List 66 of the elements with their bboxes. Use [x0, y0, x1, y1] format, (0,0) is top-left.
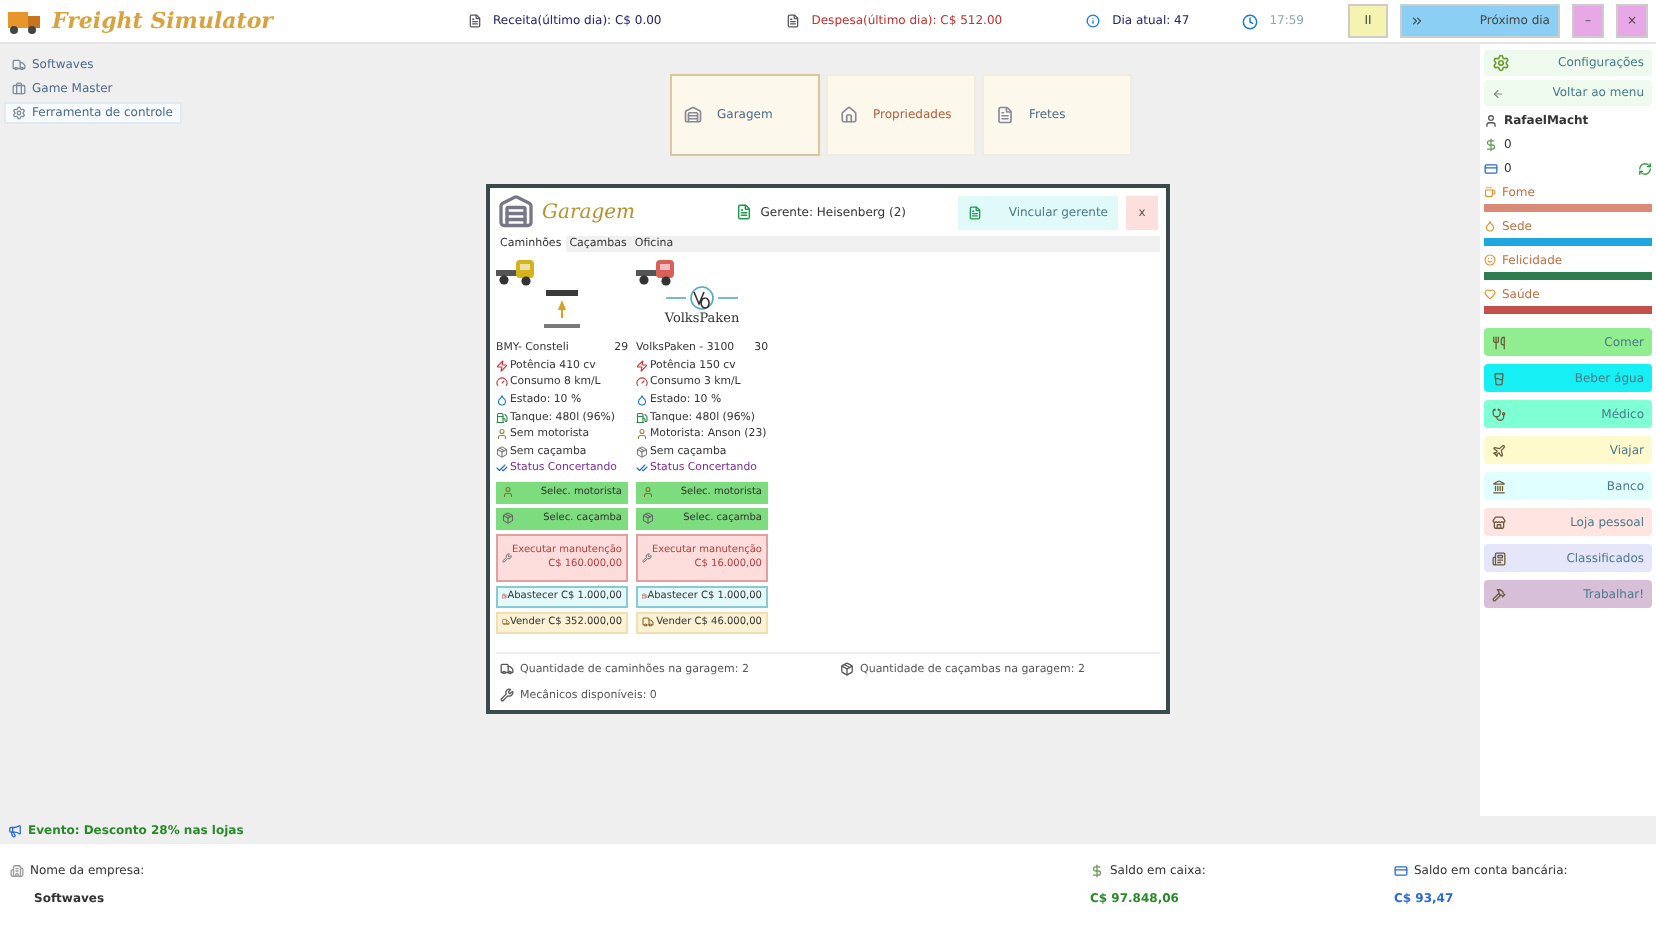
dialog-title: Garagem	[542, 201, 635, 223]
truck-icon	[12, 58, 26, 72]
card-icon	[1394, 863, 1408, 877]
user-icon	[1484, 113, 1498, 127]
doctor-icon	[1492, 407, 1506, 421]
driver-icon	[636, 428, 648, 441]
fuel-icon	[496, 411, 508, 424]
dollar-icon	[1484, 137, 1498, 151]
trailer-icon	[840, 662, 854, 676]
driver-icon	[642, 486, 654, 499]
forward-icon	[1410, 14, 1424, 28]
document-icon	[467, 14, 482, 28]
trailer-icon	[636, 445, 648, 458]
trailer-icon	[496, 445, 508, 458]
gauge-icon	[636, 376, 648, 389]
brand-emblem-icon	[666, 286, 738, 310]
wrench-icon	[502, 551, 513, 564]
drink-icon	[1492, 371, 1506, 385]
fuel-icon	[502, 590, 508, 603]
gear-icon	[12, 106, 26, 120]
truck-icon	[500, 662, 514, 676]
wrench-icon	[500, 688, 514, 702]
driver-icon	[502, 486, 514, 499]
info-icon	[1086, 14, 1101, 28]
truck-logo-icon	[8, 9, 40, 33]
refresh-icon	[1638, 161, 1652, 175]
gauge-icon	[496, 376, 508, 389]
document-icon	[968, 205, 982, 219]
app-title: Freight Simulator	[52, 8, 273, 34]
brand-logo-icon	[538, 286, 586, 334]
trailer-icon	[642, 512, 654, 525]
document-icon	[736, 204, 753, 220]
trailer-icon	[502, 512, 514, 525]
wrench-icon	[642, 551, 653, 564]
check-icon	[636, 462, 648, 475]
bolt-icon	[636, 359, 648, 372]
megaphone-icon	[8, 823, 22, 837]
fuel-icon	[642, 590, 648, 603]
bank-icon	[1492, 479, 1506, 493]
work-icon	[1492, 587, 1506, 601]
fuel-icon	[636, 411, 648, 424]
document-icon	[785, 14, 800, 28]
drop-icon	[636, 394, 648, 407]
travel-icon	[1492, 443, 1506, 457]
dollar-icon	[1090, 863, 1104, 877]
truck-icon	[496, 260, 536, 286]
back-icon	[1492, 87, 1504, 99]
truck-icon	[636, 260, 676, 286]
drop-icon	[496, 394, 508, 407]
shop-icon	[1492, 515, 1506, 529]
bolt-icon	[496, 359, 508, 372]
house-icon	[839, 106, 857, 124]
warehouse-icon	[683, 106, 701, 124]
eat-icon	[1492, 335, 1506, 349]
clock-icon	[1241, 13, 1258, 29]
document-icon	[995, 106, 1013, 124]
warehouse-icon	[498, 194, 534, 230]
gear-icon	[1492, 54, 1510, 72]
card-icon	[1484, 161, 1498, 175]
truck-icon	[642, 616, 654, 629]
driver-icon	[496, 428, 508, 441]
check-icon	[496, 462, 508, 475]
ads-icon	[1492, 551, 1506, 565]
briefcase-icon	[12, 82, 26, 96]
building-icon	[10, 863, 24, 877]
truck-icon	[502, 616, 510, 629]
